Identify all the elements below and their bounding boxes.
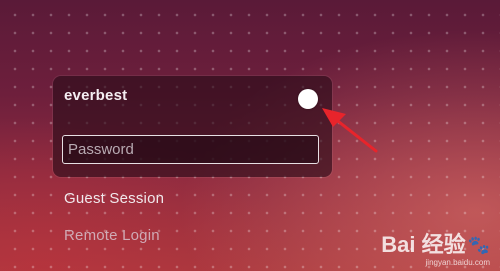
watermark-logo: Bai 经验 🐾 (381, 234, 490, 256)
paw-icon: 🐾 (467, 235, 490, 255)
baidu-watermark: Bai 经验 🐾 jingyan.baidu.com (381, 234, 490, 268)
username-label[interactable]: everbest (64, 87, 127, 104)
watermark-logo-text: Bai 经验 (381, 232, 466, 257)
session-indicator-icon[interactable] (298, 89, 318, 109)
login-card: everbest (53, 76, 332, 177)
password-input[interactable] (62, 135, 319, 164)
watermark-url: jingyan.baidu.com (425, 258, 490, 267)
guest-session-item[interactable]: Guest Session (64, 190, 164, 207)
remote-login-item[interactable]: Remote Login (64, 227, 160, 244)
